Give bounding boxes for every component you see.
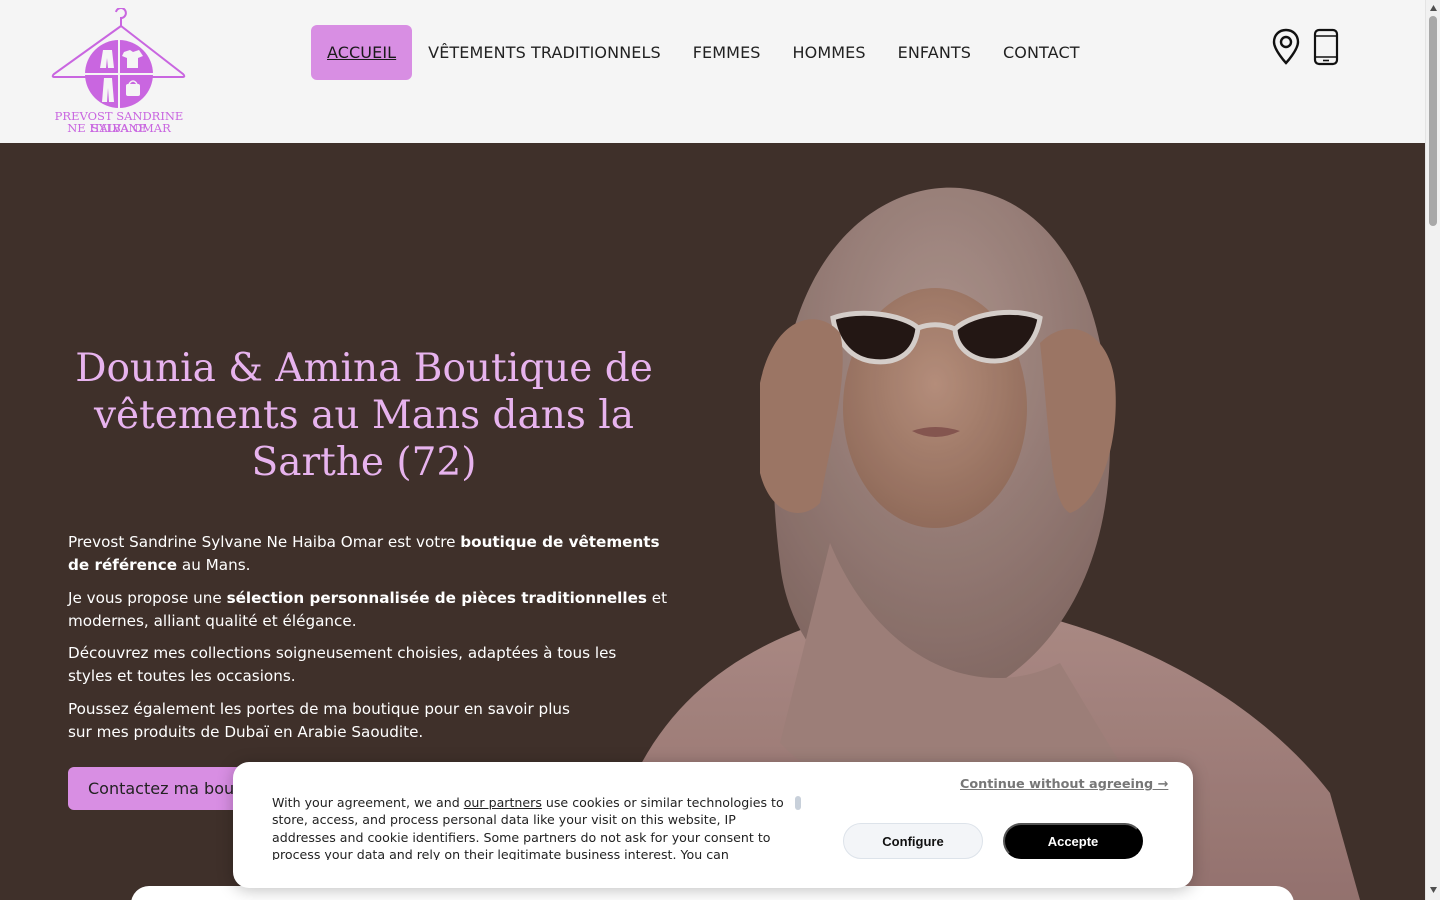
- content-card-top: [131, 886, 1294, 900]
- nav-item-vetements-traditionnels[interactable]: VÊTEMENTS TRADITIONNELS: [412, 25, 677, 80]
- hero-paragraph-3: Découvrez mes collections soigneusement …: [68, 644, 617, 685]
- nav-item-accueil[interactable]: ACCUEIL: [311, 25, 413, 80]
- hero-p2-bold: sélection personnalisée de pièces tradit…: [226, 589, 647, 607]
- scrollbar-thumb[interactable]: [1429, 16, 1437, 226]
- map-pin-icon[interactable]: [1272, 28, 1300, 70]
- nav-item-enfants[interactable]: ENFANTS: [882, 25, 987, 80]
- hero-title: Dounia & Amina Boutique de vêtements au …: [75, 346, 653, 485]
- accept-button[interactable]: Accepte: [1003, 823, 1143, 859]
- hero-p1-text-a: Prevost Sandrine Sylvane Ne Haiba Omar e…: [68, 533, 461, 551]
- nav-item-femmes[interactable]: FEMMES: [677, 25, 777, 80]
- nav-item-hommes[interactable]: HOMMES: [777, 25, 882, 80]
- brand-logo[interactable]: PREVOST SANDRINE SYLVANE NE HAIBA OMAR: [34, 7, 204, 136]
- continue-without-agreeing-link[interactable]: Continue without agreeing →: [960, 777, 1168, 792]
- hero-p4-line1: Poussez également les portes de ma bouti…: [68, 700, 570, 718]
- brand-name-line2: NE HAIBA OMAR: [67, 121, 171, 135]
- hero-paragraph-2: Je vous propose une sélection personnali…: [68, 587, 668, 633]
- cookie-consent-banner: Continue without agreeing → With your ag…: [233, 762, 1193, 888]
- main-nav: ACCUEIL VÊTEMENTS TRADITIONNELS FEMMES H…: [311, 25, 1096, 80]
- hero-paragraph-1: Prevost Sandrine Sylvane Ne Haiba Omar e…: [68, 531, 668, 577]
- configure-button[interactable]: Configure: [843, 823, 983, 859]
- cookie-text-before: With your agreement, we and: [272, 795, 464, 810]
- clothes-hanger-logo-icon: [51, 7, 186, 108]
- hero-paragraph-4: Poussez également les portes de ma bouti…: [68, 698, 668, 744]
- scroll-down-arrow-icon[interactable]: [1429, 886, 1438, 894]
- hero-p1-text-c: au Mans.: [177, 556, 251, 574]
- page-scrollbar[interactable]: [1425, 0, 1440, 900]
- hero-p4-line2: sur mes produits de Dubaï en Arabie Saou…: [68, 723, 424, 741]
- cookie-consent-text: With your agreement, we and our partners…: [272, 794, 797, 860]
- our-partners-link[interactable]: our partners: [464, 795, 542, 810]
- scroll-up-arrow-icon[interactable]: [1429, 4, 1438, 12]
- mobile-phone-icon[interactable]: [1312, 28, 1340, 70]
- hero-p2-text-a: Je vous propose une: [68, 589, 227, 607]
- nav-item-contact[interactable]: CONTACT: [987, 25, 1096, 80]
- cookie-text-scrollbar[interactable]: [795, 796, 801, 810]
- site-header: PREVOST SANDRINE SYLVANE NE HAIBA OMAR A…: [0, 0, 1425, 143]
